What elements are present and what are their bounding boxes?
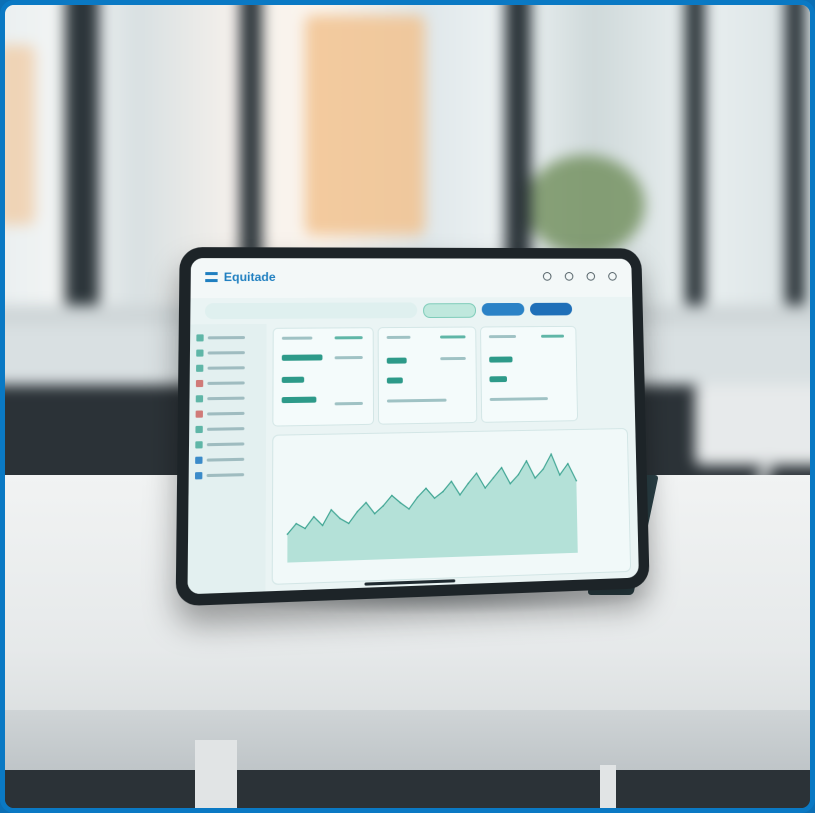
toolbar-button[interactable] bbox=[529, 302, 573, 316]
settings-icon[interactable] bbox=[564, 272, 574, 281]
nav-label bbox=[207, 381, 245, 385]
notification-icon[interactable] bbox=[542, 272, 552, 281]
card-line bbox=[489, 397, 548, 401]
logo-icon bbox=[205, 272, 218, 283]
tablet-screen: Equitade bbox=[187, 258, 639, 595]
toolbar-button[interactable] bbox=[481, 302, 525, 316]
chart-panel bbox=[271, 428, 632, 585]
profile-icon[interactable] bbox=[586, 272, 596, 281]
topbar-icons bbox=[542, 272, 617, 281]
app-topbar: Equitade bbox=[190, 258, 633, 299]
card-line bbox=[334, 356, 363, 360]
app-toolbar bbox=[190, 296, 633, 325]
card-value bbox=[281, 396, 317, 404]
nav-label bbox=[207, 351, 245, 355]
card-value bbox=[386, 377, 403, 384]
card-value bbox=[386, 357, 407, 364]
card-line bbox=[386, 335, 411, 339]
office-scene: Equitade bbox=[5, 5, 810, 808]
card-line bbox=[541, 334, 565, 338]
card-value bbox=[489, 376, 508, 383]
menu-icon[interactable] bbox=[608, 272, 617, 281]
sidebar-item[interactable] bbox=[189, 390, 266, 406]
kpi-card[interactable] bbox=[272, 327, 375, 427]
card-line bbox=[488, 335, 517, 339]
kpi-card[interactable] bbox=[377, 326, 478, 425]
sidebar bbox=[187, 323, 267, 595]
nav-label bbox=[206, 473, 245, 478]
sidebar-item[interactable] bbox=[190, 345, 267, 361]
sidebar-item[interactable] bbox=[190, 375, 267, 391]
nav-icon bbox=[196, 349, 204, 357]
tablet-group: Equitade bbox=[5, 5, 810, 808]
sidebar-item[interactable] bbox=[189, 405, 266, 422]
nav-label bbox=[206, 442, 245, 447]
sidebar-item[interactable] bbox=[190, 330, 267, 346]
performance-chart bbox=[273, 429, 613, 563]
nav-label bbox=[207, 396, 245, 401]
sidebar-item[interactable] bbox=[190, 360, 267, 376]
tablet: Equitade bbox=[175, 247, 650, 607]
card-line bbox=[281, 336, 313, 340]
nav-label bbox=[207, 336, 246, 340]
nav-icon bbox=[196, 334, 204, 342]
card-line bbox=[440, 335, 466, 339]
card-line bbox=[334, 336, 363, 340]
card-line bbox=[334, 401, 363, 406]
brand-name: Equitade bbox=[223, 270, 276, 285]
card-value bbox=[281, 376, 305, 383]
nav-icon bbox=[195, 456, 203, 464]
nav-label bbox=[207, 366, 245, 370]
nav-icon bbox=[195, 441, 203, 449]
card-value bbox=[489, 356, 513, 363]
photo-frame: Equitade bbox=[0, 0, 815, 813]
nav-icon bbox=[195, 425, 203, 434]
nav-label bbox=[207, 411, 245, 416]
toolbar-button[interactable] bbox=[423, 303, 477, 319]
sidebar-item[interactable] bbox=[189, 436, 266, 453]
card-line bbox=[440, 356, 466, 361]
nav-icon bbox=[195, 395, 204, 403]
kpi-cards bbox=[272, 325, 627, 429]
sidebar-item[interactable] bbox=[189, 421, 266, 438]
kpi-card[interactable] bbox=[480, 325, 579, 423]
chart-area bbox=[287, 453, 578, 563]
card-line bbox=[386, 398, 447, 403]
nav-label bbox=[206, 427, 245, 431]
nav-icon bbox=[194, 472, 203, 480]
nav-icon bbox=[195, 410, 203, 418]
sidebar-item[interactable] bbox=[189, 466, 266, 483]
sidebar-item[interactable] bbox=[189, 451, 266, 468]
card-value bbox=[281, 354, 323, 361]
app-logo[interactable]: Equitade bbox=[205, 270, 276, 285]
nav-icon bbox=[195, 379, 204, 388]
nav-label bbox=[206, 457, 245, 462]
search-input[interactable] bbox=[204, 302, 418, 320]
nav-icon bbox=[196, 364, 204, 372]
